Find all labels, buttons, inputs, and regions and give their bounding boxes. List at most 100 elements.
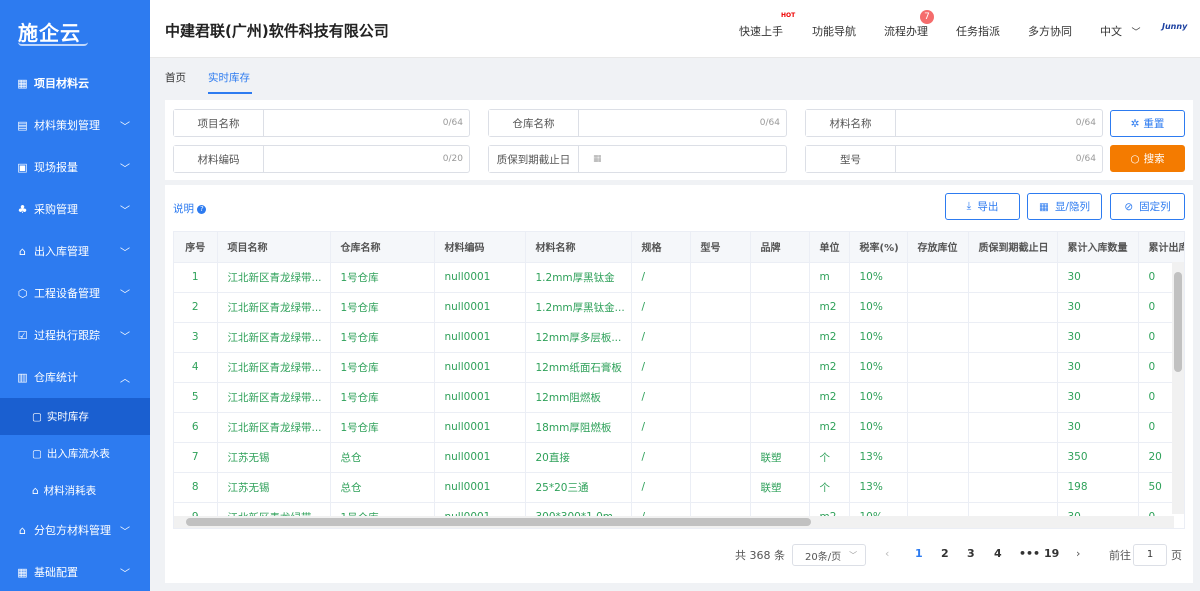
table-cell xyxy=(968,292,1058,323)
filter-panel: 项目名称 0/64 仓库名称 0/64 材料名称 0/64 ✲ 重置 材料编码 … xyxy=(165,100,1193,180)
table-cell: m2 xyxy=(809,412,850,443)
vertical-scrollbar[interactable] xyxy=(1172,262,1184,514)
subcontract-icon: ⌂ xyxy=(19,523,26,537)
sidebar-item-purchase[interactable]: ♣ 采购管理 ﹀ xyxy=(0,188,150,230)
table-cell xyxy=(690,412,751,443)
table-cell: null0001 xyxy=(434,412,526,443)
purchase-icon: ♣ xyxy=(17,202,28,216)
table-cell: 1 xyxy=(174,262,218,293)
next-page-icon[interactable]: › xyxy=(1076,547,1080,560)
table-cell xyxy=(690,322,751,353)
language-select[interactable]: 中文 ﹀ xyxy=(1100,23,1141,39)
table-cell: / xyxy=(631,322,691,353)
page-3[interactable]: 3 xyxy=(967,547,975,560)
export-button[interactable]: ⤓ 导出 xyxy=(945,193,1020,220)
tab-realtime-inventory[interactable]: 实时库存 xyxy=(208,70,250,85)
col-header: 品牌 xyxy=(750,232,810,263)
hot-badge: HOT xyxy=(781,12,796,19)
table-row[interactable]: 5 江北新区青龙绿带... 1号仓库 null0001 12mm阻燃板 / m2 10% 30 0 xyxy=(174,382,1184,413)
warehouse-name-field[interactable]: 仓库名称 0/64 xyxy=(488,109,787,137)
scroll-thumb[interactable] xyxy=(1174,272,1182,372)
table-row[interactable]: 6 江北新区青龙绿带... 1号仓库 null0001 18mm厚阻燃板 / m2 10% 30… xyxy=(174,412,1184,443)
table-row[interactable]: 2 江北新区青龙绿带... 1号仓库 null0001 1.2mm厚黑钛金... / m2 1… xyxy=(174,292,1184,323)
scroll-thumb[interactable] xyxy=(186,518,811,526)
expiry-date-field[interactable]: 质保到期截止日 ▦ xyxy=(488,145,787,173)
nav-quick-start[interactable]: 快速上手 xyxy=(739,23,783,39)
table-row[interactable]: 7 江苏无锡 总仓 null0001 20直接 / 联塑个 13% 350 20 xyxy=(174,442,1184,473)
table-cell: 8 xyxy=(174,472,218,503)
reset-button[interactable]: ✲ 重置 xyxy=(1110,110,1185,137)
nav-process[interactable]: 流程办理 xyxy=(884,23,928,39)
sidebar-item-tracking[interactable]: ☑ 过程执行跟踪 ﹀ xyxy=(0,314,150,356)
table-cell: 30 xyxy=(1057,382,1139,413)
table-row[interactable]: 1 江北新区青龙绿带... 1号仓库 null0001 1.2mm厚黑钛金 / m 10% 30… xyxy=(174,262,1184,293)
chevron-down-icon: ﹀ xyxy=(849,550,858,560)
sidebar-item-label: 材料策划管理 xyxy=(34,119,100,132)
col-header: 材料编码 xyxy=(434,232,526,263)
sidebar-subitem-realtime-inventory[interactable]: ▢ 实时库存 xyxy=(0,398,150,435)
toggle-columns-label: 显/隐列 xyxy=(1054,201,1090,213)
toggle-columns-button[interactable]: ▦ 显/隐列 xyxy=(1027,193,1102,220)
sidebar-item-equipment[interactable]: ⬡ 工程设备管理 ﹀ xyxy=(0,272,150,314)
search-button[interactable]: ○ 搜索 xyxy=(1110,145,1185,172)
chevron-down-icon: ﹀ xyxy=(120,290,130,301)
goto-page-input[interactable]: 1 xyxy=(1133,544,1167,566)
page-2[interactable]: 2 xyxy=(941,547,949,560)
total-count: 共 368 条 xyxy=(735,549,785,562)
page-19[interactable]: 19 xyxy=(1044,547,1059,560)
nav-collaboration[interactable]: 多方协同 xyxy=(1028,23,1072,39)
search-icon: ○ xyxy=(1130,152,1140,165)
page-4[interactable]: 4 xyxy=(994,547,1002,560)
table-cell: 个 xyxy=(809,472,850,503)
sidebar-item-base-config[interactable]: ▦ 基础配置 ﹀ xyxy=(0,551,150,591)
sidebar-item-warehouse-stats[interactable]: ▥ 仓库统计 ︿ xyxy=(0,356,150,398)
table-cell: null0001 xyxy=(434,382,526,413)
explain-link[interactable]: 说明 ? xyxy=(173,201,207,216)
page-1[interactable]: 1 xyxy=(915,547,923,560)
table-cell: 10% xyxy=(849,262,908,293)
nav-function-guide[interactable]: 功能导航 xyxy=(812,23,856,39)
col-header: 型号 xyxy=(690,232,751,263)
logo-swoosh xyxy=(18,42,88,46)
language-label: 中文 xyxy=(1100,25,1122,38)
sidebar-subitem-consumption[interactable]: ⌂ 材料消耗表 xyxy=(0,472,150,509)
sidebar-item-project-cloud[interactable]: ▦ 项目材料云 xyxy=(0,62,150,104)
page-ellipsis[interactable]: ••• xyxy=(1019,547,1040,560)
table-row[interactable]: 3 江北新区青龙绿带... 1号仓库 null0001 12mm厚多层板... / m2 10… xyxy=(174,322,1184,353)
sidebar-item-site-report[interactable]: ▣ 现场报量 ﹀ xyxy=(0,146,150,188)
chevron-down-icon: ﹀ xyxy=(120,206,130,217)
table-cell: 12mm纸面石膏板 xyxy=(525,352,632,383)
char-count: 0/64 xyxy=(1075,118,1096,128)
table-cell: 10% xyxy=(849,292,908,323)
table-cell: / xyxy=(631,442,691,473)
logo[interactable]: 施企云 xyxy=(0,0,150,62)
pin-columns-button[interactable]: ⊘ 固定列 xyxy=(1110,193,1185,220)
table-cell: m2 xyxy=(809,322,850,353)
project-name-field[interactable]: 项目名称 0/64 xyxy=(173,109,470,137)
page-size-select[interactable]: 20条/页 ﹀ xyxy=(792,544,866,566)
table-cell: null0001 xyxy=(434,352,526,383)
tab-home[interactable]: 首页 xyxy=(165,70,186,85)
table-cell xyxy=(968,322,1058,353)
horizontal-scrollbar[interactable] xyxy=(174,516,1174,528)
calendar-icon: ▦ xyxy=(593,154,602,164)
table-header-row: 序号 项目名称 仓库名称 材料编码 材料名称 规格 型号 品牌 单位 税率(%)… xyxy=(174,232,1184,263)
pin-columns-label: 固定列 xyxy=(1139,201,1171,213)
sidebar-item-material-planning[interactable]: ▤ 材料策划管理 ﹀ xyxy=(0,104,150,146)
sidebar-item-inout[interactable]: ⌂ 出入库管理 ﹀ xyxy=(0,230,150,272)
material-name-field[interactable]: 材料名称 0/64 xyxy=(805,109,1103,137)
nav-task-assign[interactable]: 任务指派 xyxy=(956,23,1000,39)
table-cell: 江北新区青龙绿带... xyxy=(217,262,331,293)
reset-label: 重置 xyxy=(1143,118,1165,130)
prev-page-icon[interactable]: ‹ xyxy=(885,547,889,560)
chevron-up-icon: ︿ xyxy=(120,374,130,385)
sidebar-subitem-inout-flow[interactable]: ▢ 出入库流水表 xyxy=(0,435,150,472)
sidebar-item-subcontract[interactable]: ⌂ 分包方材料管理 ﹀ xyxy=(0,509,150,551)
material-code-field[interactable]: 材料编码 0/20 xyxy=(173,145,470,173)
table-row[interactable]: 8 江苏无锡 总仓 null0001 25*20三通 / 联塑个 13% 198 50 xyxy=(174,472,1184,503)
table-row[interactable]: 4 江北新区青龙绿带... 1号仓库 null0001 12mm纸面石膏板 / m2 10% 3… xyxy=(174,352,1184,383)
chevron-down-icon: ﹀ xyxy=(120,569,130,580)
model-field[interactable]: 型号 0/64 xyxy=(805,145,1103,173)
sidebar-item-label: 采购管理 xyxy=(34,203,78,216)
flow-icon: ▢ xyxy=(32,447,42,460)
